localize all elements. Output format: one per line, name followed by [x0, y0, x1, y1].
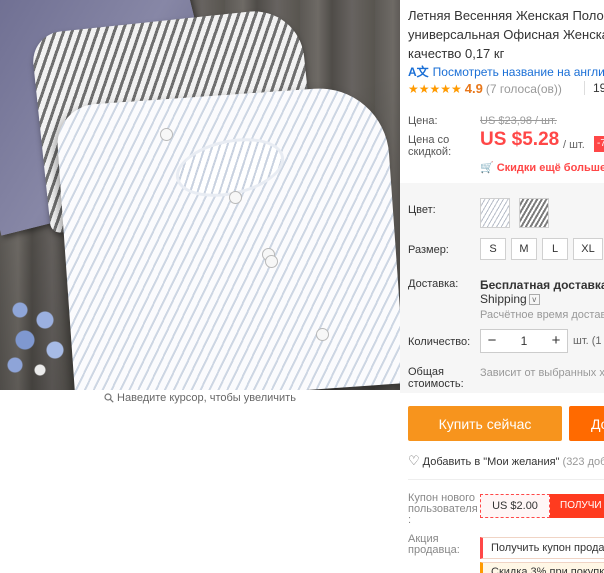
seller-coupon-button[interactable]: Получить купон прода [480, 537, 604, 559]
translate-icon: A文 [408, 65, 429, 79]
shipping-time: Расчётное время доставк [480, 309, 604, 321]
size-option-s[interactable]: S [480, 238, 506, 260]
shipping-method-select[interactable]: Shipping v [480, 292, 540, 306]
size-option-l[interactable]: L [542, 238, 568, 260]
seller-promo-banner[interactable]: Скидка 3% при покупке [480, 562, 604, 573]
sale-price: US $5.28 [480, 129, 560, 150]
flowers-prop [0, 290, 80, 380]
discount-label-line: скидкой: [408, 146, 452, 158]
color-label: Цвет: [408, 204, 436, 216]
orders-count: 19 з [584, 81, 604, 95]
zoom-hint-text: Наведите курсор, чтобы увеличить [117, 392, 296, 404]
price-label: Цена: [408, 115, 438, 127]
seller-promo-label: Акция продавца: [408, 534, 478, 556]
translate-link-text: Посмотреть название на английск [432, 65, 604, 79]
product-info-panel: Летняя Весенняя Женская Полос универсаль… [400, 0, 604, 573]
title-line: Летняя Весенняя Женская Полос [408, 8, 604, 23]
new-user-coupon-amount: US $2.00 [480, 494, 550, 518]
title-line: универсальная Офисная Женска [408, 27, 604, 42]
add-to-wishlist-link[interactable]: ♡ Добавить в "Мои желания" (323 доб [408, 453, 604, 469]
votes-link[interactable]: (7 голоса(ов)) [486, 82, 562, 96]
search-icon [104, 393, 114, 403]
shirt-button [316, 328, 329, 341]
translate-title-link[interactable]: A文 Посмотреть название на английск [408, 63, 604, 80]
divider [408, 479, 604, 480]
cart-icon: 🛒 [480, 162, 494, 174]
heart-icon: ♡ [408, 453, 420, 468]
shipping-method-text: Shipping [480, 292, 527, 306]
quantity-label: Количество: [408, 336, 471, 348]
discount-badge: -7 [594, 136, 604, 152]
discount-price-label: Цена со скидкой: [408, 134, 451, 158]
coupon-label-line: : [408, 514, 412, 526]
shirt-button [229, 191, 242, 204]
shipping-title: Бесплатная доставка в [480, 278, 604, 292]
chevron-down-icon: v [528, 294, 540, 305]
product-image[interactable]: A [0, 0, 400, 390]
star-icon: ★★★★★ [408, 82, 462, 96]
wishlist-label: Добавить в "Мои желания" [422, 456, 560, 468]
seller-label-line: продавца: [408, 544, 460, 556]
promo-text: Скидки ещё больше в п [496, 162, 604, 174]
size-option-m[interactable]: M [511, 238, 537, 260]
promo-link[interactable]: 🛒Скидки ещё больше в п [480, 161, 604, 174]
wishlist-count: (323 доб [562, 456, 604, 468]
total-label: Общая стоимость: [408, 366, 472, 390]
zoom-hint: Наведите курсор, чтобы увеличить [0, 392, 400, 404]
quantity-stepper: − 1 + [480, 329, 568, 353]
product-title: Летняя Весенняя Женская Полос универсаль… [408, 6, 604, 63]
shirt-button [265, 255, 278, 268]
rating-value: 4.9 [464, 81, 483, 96]
new-user-coupon-label: Купон нового пользователя : [408, 493, 478, 526]
size-label: Размер: [408, 244, 449, 256]
shirt-button [160, 128, 173, 141]
buy-now-button[interactable]: Купить сейчас [408, 406, 562, 441]
color-swatch-gray[interactable] [519, 198, 549, 228]
discount-label-line: Цена со [408, 134, 450, 146]
shipping-label: Доставка: [408, 278, 459, 290]
rating-row: ★★★★★4.9(7 голоса(ов)) 19 з [408, 81, 604, 96]
size-option-xl[interactable]: XL [573, 238, 603, 260]
price-unit: / шт. [563, 139, 585, 151]
color-swatch-white[interactable] [480, 198, 510, 228]
quantity-increase-button[interactable]: + [545, 330, 567, 352]
coupon-label-line: пользователя [408, 503, 478, 515]
old-price: US $23,98 / шт. [480, 115, 557, 127]
total-label-line: Общая [408, 366, 444, 378]
total-label-line: стоимость: [408, 378, 464, 390]
quantity-decrease-button[interactable]: − [481, 330, 503, 352]
get-coupon-button[interactable]: ПОЛУЧИ [550, 494, 604, 518]
total-value: Зависит от выбранных хар [480, 367, 604, 379]
quantity-input[interactable]: 1 [503, 330, 545, 352]
title-line: качество 0,17 кг [408, 46, 505, 61]
white-shirt [54, 83, 400, 390]
add-to-cart-button[interactable]: До [569, 406, 604, 441]
quantity-unit: шт. (1 [573, 335, 602, 347]
